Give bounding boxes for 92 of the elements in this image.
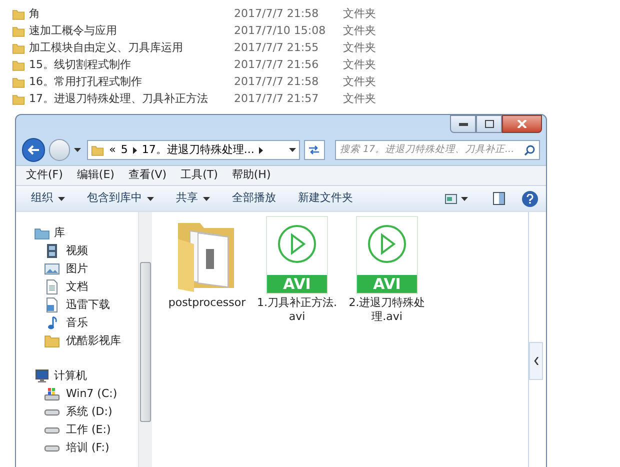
date-modified: 2017/7/7 21:58 (234, 6, 320, 22)
item-type: 文件夹 (343, 74, 376, 90)
date-modified: 2017/7/7 21:55 (234, 40, 320, 56)
minimize-icon (458, 122, 468, 126)
chevron-left-icon (534, 357, 538, 365)
sidebar-item[interactable]: Win7 (C:) (66, 386, 118, 402)
folder-icon (44, 333, 60, 349)
chevron-right-icon (259, 146, 264, 154)
caret-icon (58, 196, 65, 200)
file-type-label: AVI (373, 275, 401, 293)
sidebar-item[interactable]: 库 (54, 224, 65, 242)
overflow-chevron[interactable]: « (109, 142, 116, 158)
caret-icon (74, 148, 82, 152)
menu-item[interactable]: 查看(V) (124, 167, 171, 184)
film-icon (44, 243, 60, 259)
search-field[interactable]: 搜索 17。进退刀特殊处理、刀具补正... (334, 140, 540, 160)
search-icon (524, 144, 535, 156)
computer-icon (34, 368, 50, 384)
toolbar-button[interactable]: 包含到库中 (80, 188, 161, 210)
play-circle-icon (366, 223, 408, 265)
date-modified: 2017/7/7 21:58 (234, 74, 320, 90)
sidebar-item[interactable]: 系统 (D:) (66, 404, 112, 420)
refresh-arrows-icon (308, 145, 320, 155)
toolbar-button[interactable]: 共享 (169, 188, 217, 210)
play-circle-icon (276, 223, 318, 265)
toolbar-button[interactable]: 新建文件夹 (291, 188, 360, 210)
date-modified: 2017/7/7 21:56 (234, 57, 320, 74)
caret-icon (288, 148, 296, 152)
folder-icon (12, 76, 25, 89)
sidebar-item[interactable]: 文档 (66, 278, 88, 296)
close-icon (517, 120, 527, 128)
item-type: 文件夹 (343, 91, 376, 108)
refresh-button[interactable] (304, 140, 325, 160)
view-icon (445, 194, 457, 204)
menu-item[interactable]: 帮助(H) (228, 167, 275, 184)
menu-item[interactable]: 文件(F) (22, 167, 67, 184)
sidebar-item[interactable]: 计算机 (54, 368, 87, 384)
help-button[interactable] (522, 190, 538, 206)
folder-name[interactable]: 速加工概令与应用 (29, 23, 229, 40)
sidebar-item[interactable]: 音乐 (66, 314, 88, 332)
folder-name[interactable]: 角 (29, 6, 229, 23)
folder-icon (12, 8, 25, 21)
item-type: 文件夹 (343, 6, 376, 22)
date-modified: 2017/7/7 21:57 (234, 91, 320, 108)
folder-name[interactable]: 17。进退刀特殊处理、刀具补正方法 (29, 91, 229, 108)
menu-item[interactable]: 工具(T) (176, 167, 222, 184)
minimize-button[interactable] (450, 115, 476, 133)
caret-icon (203, 196, 210, 200)
folder-icon (91, 144, 104, 156)
item-type: 文件夹 (343, 23, 376, 40)
sidebar-item[interactable]: 图片 (66, 260, 88, 278)
sidebar-item[interactable]: 视频 (66, 242, 88, 260)
date-modified: 2017/7/10 15:08 (234, 23, 327, 40)
sidebar-item[interactable]: 优酷影视库 (66, 332, 121, 350)
file-name[interactable]: postprocessor (167, 296, 247, 310)
close-button[interactable] (502, 115, 542, 133)
back-arrow-icon (28, 145, 40, 155)
folder-icon (12, 25, 25, 38)
download-folder-icon (44, 297, 60, 313)
caret-icon (461, 196, 468, 200)
scrollbar[interactable] (138, 212, 152, 467)
picture-icon (44, 261, 60, 277)
preview-pane-icon (493, 192, 505, 205)
file-type-label: AVI (283, 275, 311, 293)
back-button[interactable] (22, 138, 46, 162)
breadcrumb[interactable]: 17。进退刀特殊处理... (142, 142, 254, 158)
folder-name[interactable]: 15。线切割程式制作 (29, 57, 229, 74)
item-type: 文件夹 (343, 57, 376, 74)
menu-item[interactable]: 编辑(E) (72, 167, 118, 184)
folder-name[interactable]: 加工模块自由定义、刀具库运用 (29, 40, 229, 57)
restore-icon (484, 120, 494, 128)
sidebar-item[interactable]: 培训 (F:) (66, 440, 110, 456)
folder-icon (12, 42, 25, 55)
item-type: 文件夹 (343, 40, 376, 56)
folder-icon (12, 59, 25, 72)
chevron-right-icon (132, 146, 137, 154)
help-icon (526, 194, 534, 204)
address-bar[interactable]: « 5 17。进退刀特殊处理... (87, 140, 300, 160)
sidebar-item[interactable]: 工作 (E:) (66, 422, 111, 438)
toolbar-button[interactable]: 组织 (24, 188, 72, 210)
system-drive-icon (44, 386, 60, 402)
folder-name[interactable]: 16。常用打孔程式制作 (29, 74, 229, 91)
sidebar-item[interactable]: 迅雷下载 (66, 296, 110, 314)
file-name[interactable]: 2.进退刀特殊处理.avi (347, 296, 427, 324)
caret-icon (147, 196, 154, 200)
folder-icon (12, 93, 25, 106)
details-pane-toggle[interactable] (529, 342, 543, 380)
document-icon (44, 279, 60, 295)
breadcrumb[interactable]: 5 (120, 142, 128, 158)
maximize-button[interactable] (476, 115, 502, 133)
toolbar-button[interactable]: 全部播放 (225, 188, 283, 210)
file-name[interactable]: 1.刀具补正方法.avi (257, 296, 337, 324)
